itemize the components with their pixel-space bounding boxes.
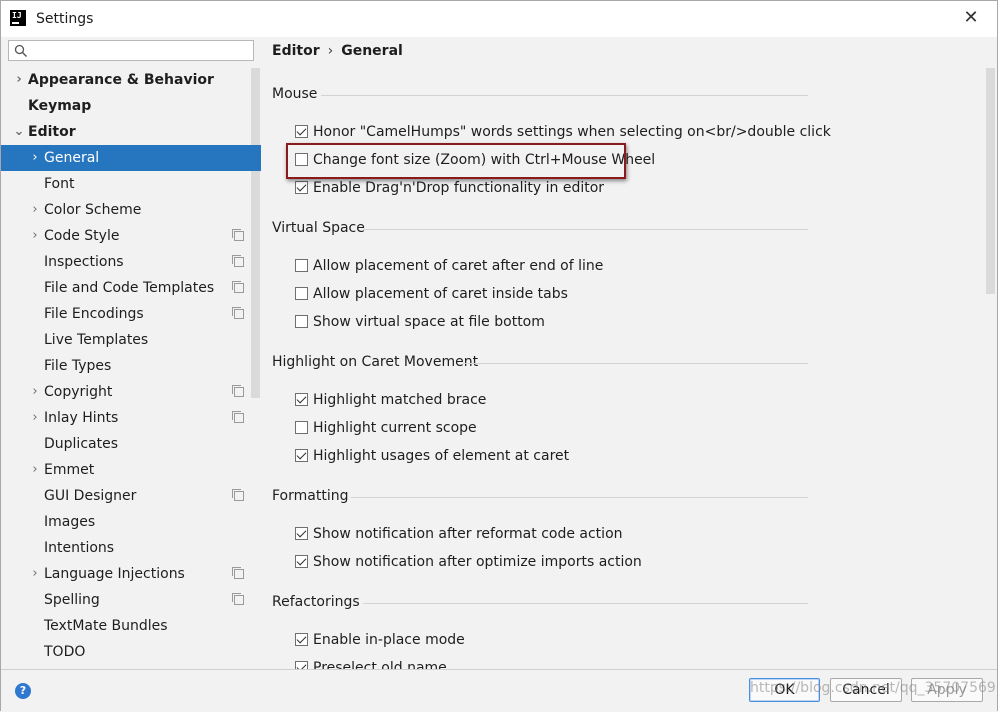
content-scrollbar[interactable] [986,68,995,294]
sidebar-item-font[interactable]: Font [1,171,261,197]
section-title-refactorings: Refactorings [272,594,360,610]
search-icon [14,44,27,57]
project-settings-icon [232,567,244,579]
breadcrumb-parent[interactable]: Editor [272,43,320,59]
settings-dialog: IJ Settings ✕ › Appearance & Behavior Ke… [0,0,998,712]
sidebar-item-intentions[interactable]: Intentions [1,535,261,561]
search-input[interactable] [8,40,254,61]
section-title-mouse: Mouse [272,86,318,102]
project-settings-icon [232,411,244,423]
section-divider [363,229,808,230]
checkbox[interactable] [295,393,308,406]
project-settings-icon [232,489,244,501]
sidebar-item-editor[interactable]: ⌄ Editor [1,119,261,145]
chevron-right-icon[interactable]: › [29,405,41,431]
sidebar-item-emmet[interactable]: › Emmet [1,457,261,483]
sidebar-item-duplicates[interactable]: Duplicates [1,431,261,457]
sidebar-item-file-types[interactable]: File Types [1,353,261,379]
checkbox[interactable] [295,633,308,646]
sidebar-item-inspections[interactable]: Inspections [1,249,261,275]
project-settings-icon [232,229,244,241]
chevron-right-icon[interactable]: › [29,379,41,405]
sidebar-item-color-scheme[interactable]: › Color Scheme [1,197,261,223]
checkbox[interactable] [295,125,308,138]
section-title-virtual-space: Virtual Space [272,220,365,236]
checkbox[interactable] [295,449,308,462]
close-icon[interactable]: ✕ [959,7,983,29]
checkbox[interactable] [295,421,308,434]
section-title-caret-movement: Highlight on Caret Movement [272,354,479,370]
sidebar-item-live-templates[interactable]: Live Templates [1,327,261,353]
section-divider [463,363,808,364]
sidebar-item-gui-designer[interactable]: GUI Designer [1,483,261,509]
window-title: Settings [36,11,94,27]
sidebar-item-file-and-code-templates[interactable]: File and Code Templates [1,275,261,301]
annotation-highlight-box [286,143,626,179]
sidebar-item-code-style[interactable]: › Code Style [1,223,261,249]
sidebar-item-copyright[interactable]: › Copyright [1,379,261,405]
settings-content: Editor › General Mouse Honor "CamelHumps" … [261,37,997,669]
chevron-right-icon[interactable]: › [29,457,41,483]
sidebar-item-images[interactable]: Images [1,509,261,535]
sidebar-item-language-injections[interactable]: › Language Injections [1,561,261,587]
chevron-right-icon[interactable]: › [29,561,41,587]
sidebar-item-appearance-behavior[interactable]: › Appearance & Behavior [1,67,261,93]
project-settings-icon [232,307,244,319]
checkbox[interactable] [295,181,308,194]
checkbox[interactable] [295,315,308,328]
chevron-right-icon[interactable]: › [29,223,41,249]
breadcrumb-current: General [341,43,403,59]
checkbox[interactable] [295,259,308,272]
chevron-right-icon[interactable]: › [29,145,41,171]
sidebar-item-inlay-hints[interactable]: › Inlay Hints [1,405,261,431]
breadcrumb-separator: › [327,43,334,59]
project-settings-icon [232,281,244,293]
sidebar-item-spelling[interactable]: Spelling [1,587,261,613]
checkbox[interactable] [295,555,308,568]
title-bar[interactable]: IJ Settings ✕ [1,1,997,37]
project-settings-icon [232,593,244,605]
sidebar-item-general[interactable]: › General [1,145,261,171]
intellij-app-icon: IJ [10,10,26,26]
section-title-formatting: Formatting [272,488,349,504]
chevron-down-icon[interactable]: ⌄ [13,119,25,145]
sidebar-item-keymap[interactable]: Keymap [1,93,261,119]
chevron-right-icon[interactable]: › [13,67,25,93]
section-divider [351,497,808,498]
help-icon[interactable]: ? [15,683,31,699]
project-settings-icon [232,255,244,267]
checkbox[interactable] [295,527,308,540]
sidebar-item-file-encodings[interactable]: File Encodings [1,301,261,327]
sidebar-item-textmate-bundles[interactable]: TextMate Bundles [1,613,261,639]
section-divider [363,603,808,604]
checkbox[interactable] [295,287,308,300]
section-divider [321,95,808,96]
watermark-text: https://blog.csdn.net/qq_35707569 [750,680,996,696]
chevron-right-icon[interactable]: › [29,197,41,223]
breadcrumb: Editor › General [272,43,403,59]
checkbox[interactable] [295,661,308,669]
sidebar-item-todo[interactable]: TODO [1,639,261,665]
settings-sidebar: › Appearance & Behavior Keymap ⌄ Editor … [1,37,261,669]
project-settings-icon [232,385,244,397]
